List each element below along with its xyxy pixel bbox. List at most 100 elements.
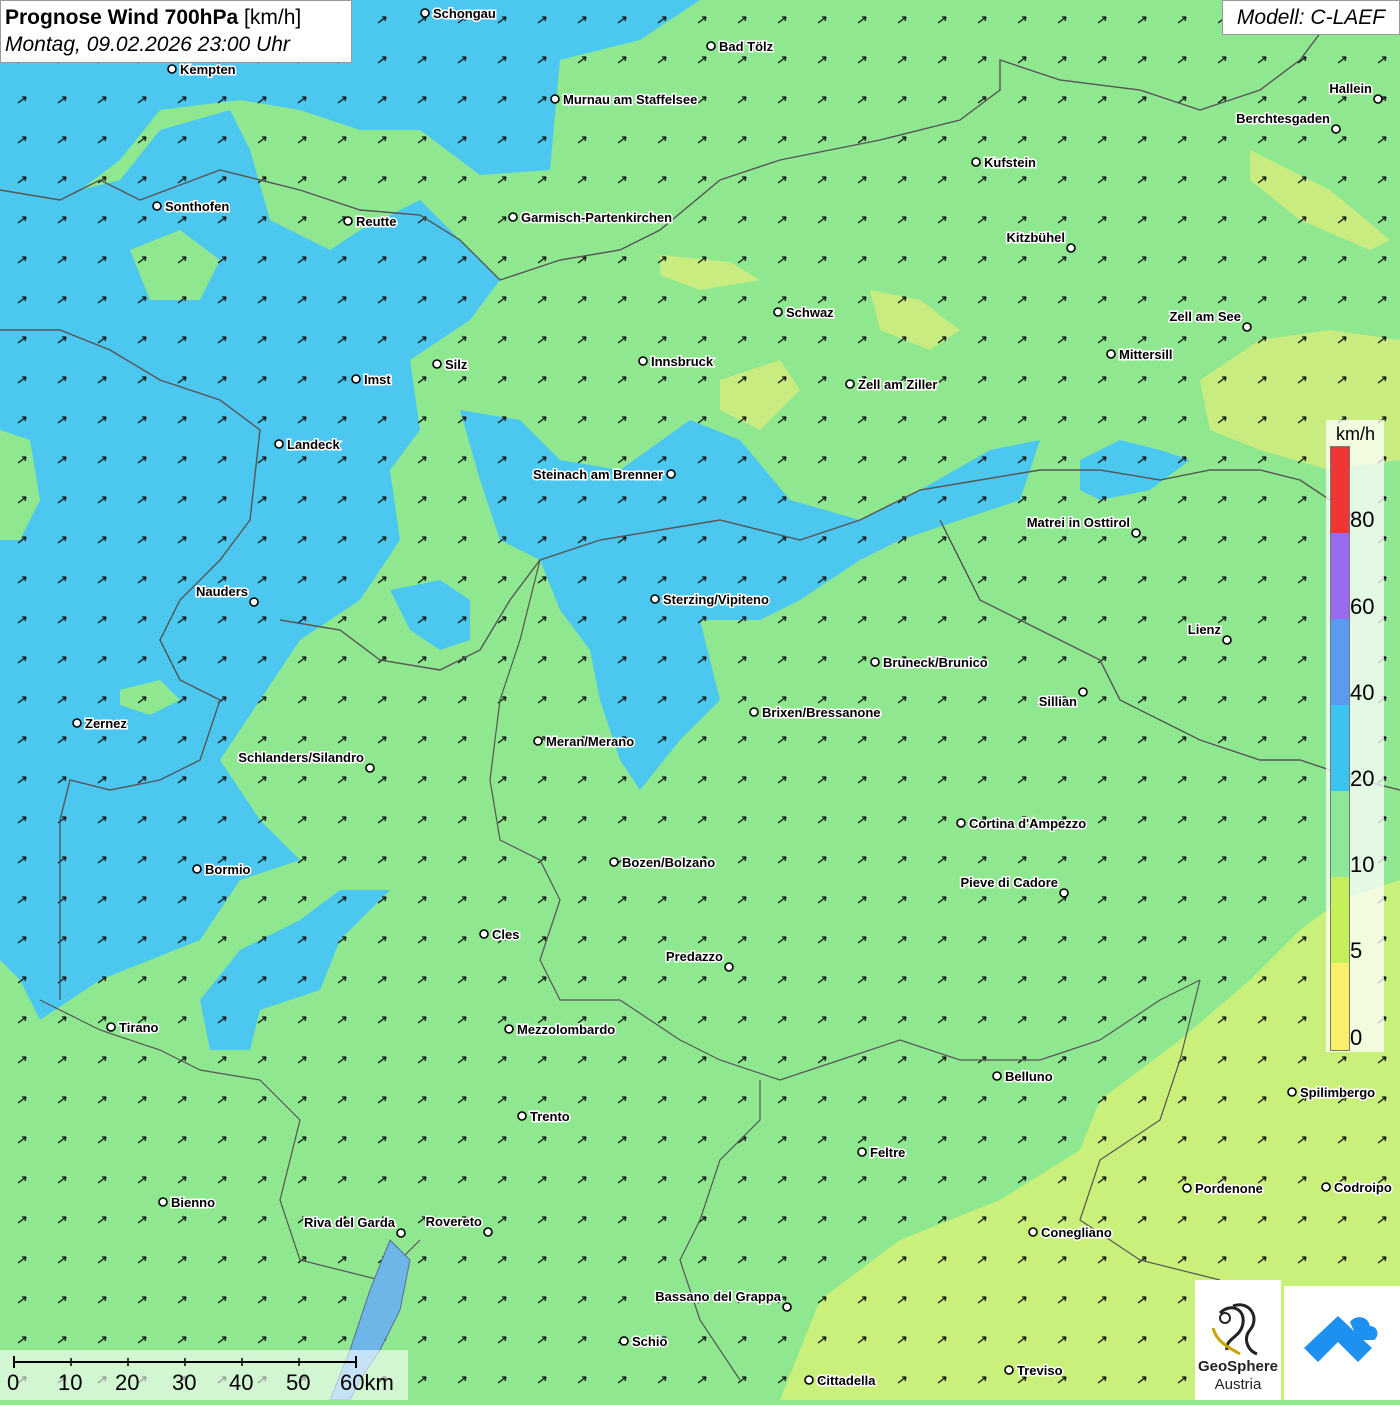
- geosphere-subname: Austria: [1214, 1376, 1262, 1393]
- scale-label: 10: [58, 1370, 83, 1395]
- city-label: Bad Tölz: [719, 39, 774, 54]
- city-marker: Conegliano: [1028, 1224, 1113, 1242]
- city-label: Kempten: [180, 62, 236, 77]
- city-label: Conegliano: [1041, 1225, 1112, 1240]
- city-label: Spilimbergo: [1300, 1085, 1375, 1100]
- city-dot: [1106, 349, 1116, 359]
- legend-segment: [1331, 963, 1349, 1050]
- city-dot: [106, 1022, 116, 1032]
- city-dot: [365, 763, 375, 773]
- city-label: Schongau: [433, 6, 496, 21]
- legend-segment: [1331, 447, 1349, 533]
- city-marker: Zell am Ziller: [845, 376, 939, 394]
- city-label: Innsbruck: [651, 354, 714, 369]
- city-dot: [351, 374, 361, 384]
- city-dot: [479, 929, 489, 939]
- city-label: Imst: [364, 372, 391, 387]
- city-dot: [508, 212, 518, 222]
- city-label: Bozen/Bolzano: [622, 855, 715, 870]
- city-label: Rovereto: [426, 1214, 482, 1229]
- city-dot: [550, 94, 560, 104]
- city-label: Landeck: [287, 437, 341, 452]
- city-marker: Spilimbergo: [1287, 1084, 1377, 1102]
- city-dot: [152, 201, 162, 211]
- city-dot: [167, 64, 177, 74]
- legend-tick: 20: [1350, 766, 1375, 791]
- wind-map: Schongau Kempten Bad Tölz Murnau am Staffel…: [0, 0, 1400, 1400]
- city-marker: Meran/Merano: [533, 733, 636, 751]
- city-label: Sonthofen: [165, 199, 229, 214]
- city-marker: Garmisch-Partenkirchen: [508, 209, 674, 227]
- city-label: Cortina d'Ampezzo: [969, 816, 1086, 831]
- city-label: Murnau am Staffelsee: [563, 92, 697, 107]
- scale-label: 30: [172, 1370, 197, 1395]
- legend-segment: [1331, 533, 1349, 619]
- city-marker: Cortina d'Ampezzo: [956, 815, 1088, 833]
- city-marker: Murnau am Staffelsee: [550, 91, 699, 109]
- city-label: Hallein: [1329, 81, 1372, 96]
- city-label: Bormio: [205, 862, 251, 877]
- city-dot: [1182, 1183, 1192, 1193]
- city-marker: Sterzing/Vipiteno: [650, 591, 770, 609]
- city-label: Nauders: [196, 584, 248, 599]
- city-dot: [343, 216, 353, 226]
- city-dot: [1131, 528, 1141, 538]
- city-marker: Mezzolombardo: [504, 1021, 617, 1039]
- legend-bar: [1330, 446, 1350, 1051]
- city-marker: Pordenone: [1182, 1180, 1264, 1198]
- city-marker: Innsbruck: [638, 353, 715, 371]
- scale-bar: 0 10 20 30 40 50 60km: [0, 1350, 408, 1400]
- city-label: Codroipo: [1334, 1180, 1392, 1195]
- city-label: Bruneck/Brunico: [883, 655, 988, 670]
- city-dot: [1321, 1182, 1331, 1192]
- geosphere-icon: [1211, 1303, 1258, 1356]
- city-label: Predazzo: [666, 949, 723, 964]
- app-logo[interactable]: [1284, 1286, 1400, 1400]
- city-dot: [72, 718, 82, 728]
- model-label: Modell: C-LAEF: [1222, 0, 1400, 35]
- city-dot: [1066, 243, 1076, 253]
- city-label: Treviso: [1017, 1363, 1063, 1378]
- city-dot: [956, 818, 966, 828]
- city-dot: [782, 1302, 792, 1312]
- city-dot: [517, 1111, 527, 1121]
- legend-tick: 40: [1350, 680, 1375, 705]
- city-dot: [483, 1227, 493, 1237]
- city-dot: [1242, 322, 1252, 332]
- city-dot: [971, 157, 981, 167]
- city-label: Riva del Garda: [304, 1215, 396, 1230]
- city-label: Brixen/Bressanone: [762, 705, 881, 720]
- legend-segment: [1331, 877, 1349, 963]
- legend-tick: 0: [1350, 1025, 1363, 1050]
- city-dot: [432, 359, 442, 369]
- forecast-datetime: Montag, 09.02.2026 23:00 Uhr: [5, 33, 290, 56]
- scale-label: 0: [7, 1370, 20, 1395]
- city-dot: [870, 657, 880, 667]
- city-dot: [609, 857, 619, 867]
- legend-unit: km/h: [1336, 424, 1376, 444]
- city-label: Steinach am Brenner: [533, 467, 663, 482]
- city-label: Pieve di Cadore: [960, 875, 1058, 890]
- city-marker: Bruneck/Brunico: [870, 654, 989, 672]
- city-label: Meran/Merano: [546, 734, 634, 749]
- city-label: Matrei in Osttirol: [1027, 515, 1130, 530]
- city-label: Tirano: [119, 1020, 159, 1035]
- city-dot: [1004, 1365, 1014, 1375]
- city-dot: [396, 1228, 406, 1238]
- city-dot: [857, 1147, 867, 1157]
- geosphere-logo[interactable]: GeoSphere Austria: [1195, 1280, 1281, 1400]
- city-label: Cittadella: [817, 1373, 876, 1388]
- app-logo-icon: [1304, 1316, 1378, 1362]
- legend-tick: 10: [1350, 852, 1375, 877]
- city-label: Sterzing/Vipiteno: [663, 592, 769, 607]
- city-label: Kitzbühel: [1007, 230, 1066, 245]
- city-dot: [1222, 635, 1232, 645]
- legend-segment: [1331, 705, 1349, 791]
- city-label: Mittersill: [1119, 347, 1172, 362]
- city-dot: [1078, 687, 1088, 697]
- city-dot: [420, 8, 430, 18]
- city-label: Bienno: [171, 1195, 215, 1210]
- scale-label: 50: [286, 1370, 311, 1395]
- city-dot: [845, 379, 855, 389]
- city-dot: [724, 962, 734, 972]
